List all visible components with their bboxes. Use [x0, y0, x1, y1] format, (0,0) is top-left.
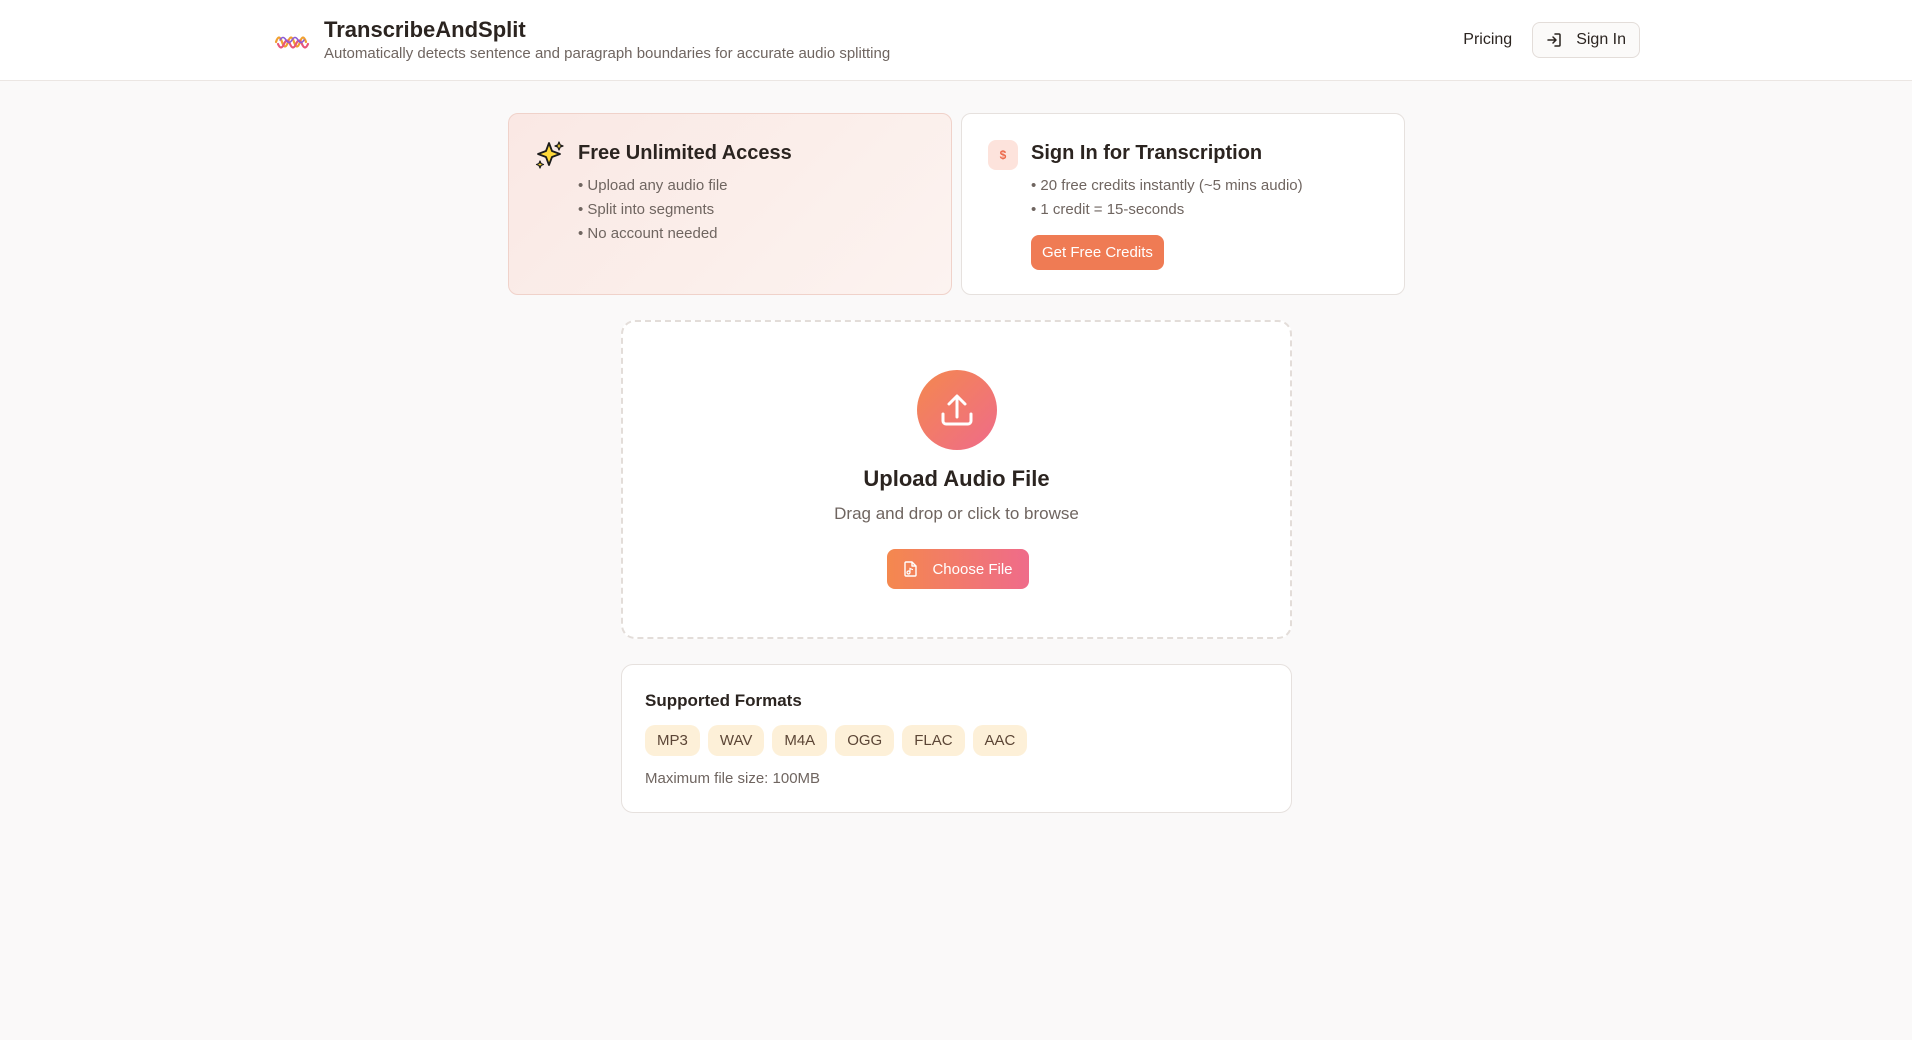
list-item: • 20 free credits instantly (~5 mins aud… [1031, 177, 1303, 194]
list-item: • Split into segments [578, 201, 715, 218]
get-free-credits-button[interactable]: Get Free Credits [1031, 235, 1164, 270]
audio-file-icon [904, 561, 918, 577]
format-chips: MP3 WAV M4A OGG FLAC AAC [645, 725, 1035, 756]
waveform-logo-icon [274, 36, 310, 49]
list-item: • No account needed [578, 225, 718, 242]
format-chip-aac: AAC [972, 725, 1028, 756]
sign-in-card-list: • 20 free credits instantly (~5 mins aud… [1031, 174, 1303, 222]
supported-formats-card: Supported Formats MP3 WAV M4A OGG FLAC A… [621, 664, 1292, 813]
format-chip-flac: FLAC [902, 725, 965, 756]
sign-in-label: Sign In [1576, 31, 1626, 48]
choose-file-button[interactable]: Choose File [887, 549, 1029, 589]
app-title: TranscribeAndSplit [324, 17, 526, 42]
format-chip-mp3: MP3 [645, 725, 700, 756]
upload-icon-circle [917, 370, 997, 450]
format-chip-ogg: OGG [835, 725, 895, 756]
sign-in-card: $ Sign In for Transcription • 20 free cr… [961, 113, 1405, 295]
free-card-title: Free Unlimited Access [578, 142, 792, 164]
dollar-icon: $ [988, 140, 1018, 170]
sign-in-button[interactable]: Sign In [1532, 22, 1640, 58]
choose-file-label: Choose File [932, 560, 1013, 578]
free-access-card: Free Unlimited Access • Upload any audio… [508, 113, 952, 295]
brand[interactable]: TranscribeAndSplit Automatically detects… [274, 16, 890, 64]
sparkles-icon [535, 141, 564, 169]
app-subtitle: Automatically detects sentence and parag… [324, 45, 891, 62]
free-card-list: • Upload any audio file • Split into seg… [578, 174, 728, 246]
login-arrow-icon [1547, 33, 1561, 47]
list-item: • Upload any audio file [578, 177, 728, 194]
dollar-icon-wrap: $ [988, 140, 1018, 170]
top-nav: Pricing Sign In [1463, 22, 1640, 58]
format-chip-m4a: M4A [772, 725, 828, 756]
upload-subtitle: Drag and drop or click to browse [834, 504, 1079, 523]
upload-dropzone[interactable]: Upload Audio File Drag and drop or click… [621, 320, 1292, 639]
sign-in-card-title: Sign In for Transcription [1031, 142, 1263, 164]
app-header: TranscribeAndSplit Automatically detects… [0, 0, 1912, 81]
max-file-size: Maximum file size: 100MB [645, 770, 821, 787]
sparkles-icon-wrap [535, 140, 565, 175]
upload-title: Upload Audio File [863, 466, 1050, 491]
formats-title: Supported Formats [645, 691, 802, 710]
upload-icon [941, 394, 973, 426]
format-chip-wav: WAV [707, 725, 765, 756]
list-item: • 1 credit = 15-seconds [1031, 201, 1185, 218]
pricing-link[interactable]: Pricing [1463, 31, 1512, 49]
